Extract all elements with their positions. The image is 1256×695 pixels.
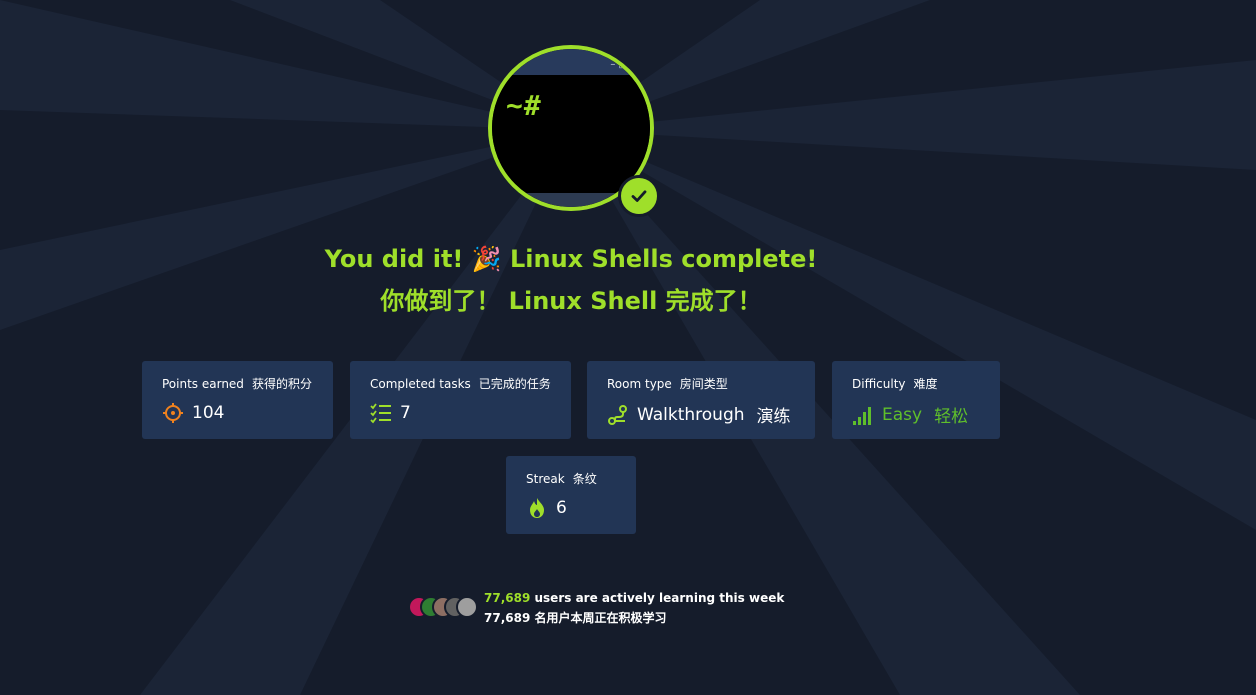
window-buttons: – □ — [610, 59, 628, 70]
terminal-prompt: ~# — [506, 89, 542, 122]
room-type-card: Room type 房间类型 Walkthrough 演练 — [587, 361, 815, 439]
avatar — [456, 596, 478, 618]
room-type-value: Walkthrough — [637, 404, 745, 425]
room-type-label: Room type 房间类型 — [607, 377, 728, 391]
difficulty-card: Difficulty 难度 Easy 轻松 — [832, 361, 1000, 439]
avatar-stack — [408, 596, 478, 618]
streak-label: Streak 条纹 — [526, 472, 597, 486]
terminal-title-bar: – □ — [492, 49, 650, 75]
difficulty-label: Difficulty 难度 — [852, 377, 938, 391]
points-earned-card: Points earned 获得的积分 104 — [142, 361, 333, 439]
streak-card: Streak 条纹 6 — [506, 456, 636, 534]
check-icon — [618, 175, 660, 217]
room-badge: – □ ~# — [488, 45, 660, 217]
checklist-icon — [370, 403, 391, 424]
completion-headline-zh: 你做到了！ Linux Shell 完成了！ — [380, 287, 762, 315]
users-line-en: 77,689 users are actively learning this … — [484, 591, 785, 605]
active-users: 77,689 users are actively learning this … — [408, 588, 828, 628]
flame-icon — [530, 498, 544, 518]
route-icon — [608, 404, 627, 425]
signal-bars-icon — [853, 406, 871, 425]
target-icon — [163, 403, 183, 423]
completion-headline: You did it! 🎉 Linux Shells complete! — [324, 245, 818, 273]
streak-value: 6 — [556, 498, 567, 518]
room-type-value-zh: 演练 — [756, 407, 791, 427]
points-label: Points earned 获得的积分 — [162, 377, 312, 391]
completed-tasks-card: Completed tasks 已完成的任务 7 — [350, 361, 571, 439]
tasks-value: 7 — [400, 403, 411, 423]
difficulty-value-zh: 轻松 — [934, 407, 969, 427]
tasks-label: Completed tasks 已完成的任务 — [370, 377, 551, 391]
users-line-zh: 77,689 名用户本周正在积极学习 — [484, 611, 667, 625]
difficulty-value: Easy — [882, 404, 923, 425]
points-value: 104 — [192, 403, 225, 423]
